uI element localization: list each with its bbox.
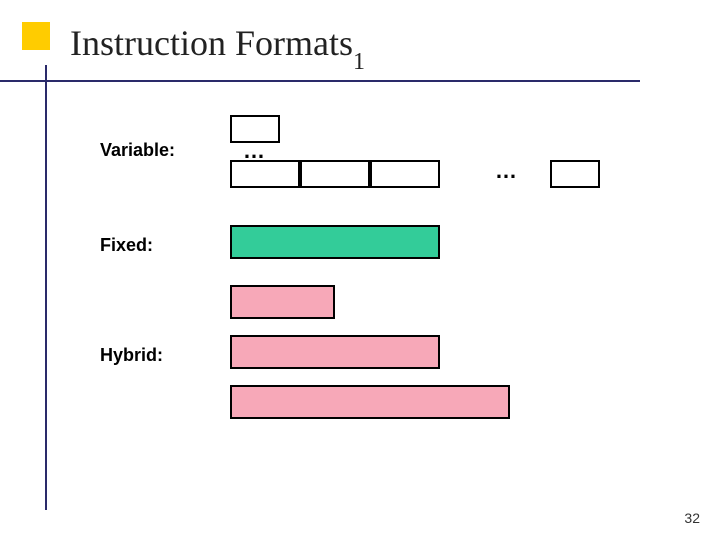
fixed-box [230, 225, 440, 259]
slide-title: Instruction Formats1 [70, 22, 365, 70]
hybrid-box-long [230, 385, 510, 419]
variable-box-row-3 [370, 160, 440, 188]
variable-dots-2: … [495, 158, 517, 184]
label-fixed: Fixed: [100, 235, 153, 256]
variable-box-row-1 [230, 160, 300, 188]
slide-divider-horizontal [0, 80, 640, 82]
variable-box-row-2 [300, 160, 370, 188]
hybrid-box-short [230, 285, 335, 319]
slide-corner-accent [22, 22, 50, 50]
slide-title-subscript: 1 [353, 49, 365, 75]
slide-divider-vertical [45, 65, 47, 510]
slide-title-main: Instruction Formats [70, 23, 353, 63]
label-variable: Variable: [100, 140, 175, 161]
variable-box-row-end [550, 160, 600, 188]
label-hybrid: Hybrid: [100, 345, 163, 366]
page-number: 32 [684, 510, 700, 526]
hybrid-box-medium [230, 335, 440, 369]
